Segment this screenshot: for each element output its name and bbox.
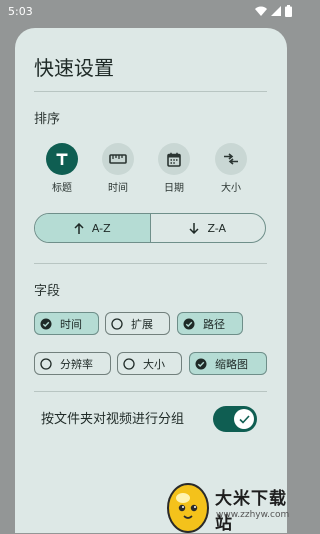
watermark-title: 大米下载站: [215, 489, 287, 534]
sort-option-label: 时间: [108, 183, 128, 194]
sort-option-label: 标题: [52, 183, 72, 194]
quick-settings-sheet: 快速设置 排序 标题 时间 日期 大小 A-Z Z-A 字段 时间 扩展 路径 …: [15, 28, 287, 533]
title-t-icon: [56, 153, 68, 165]
calendar-icon: [167, 152, 181, 167]
watermark-url: www.zzhyw.com: [216, 510, 290, 520]
field-chip-label: 路径: [203, 317, 225, 331]
sort-descending-button[interactable]: Z-A: [151, 214, 266, 242]
sort-option-label: 日期: [164, 183, 184, 194]
check-circle-icon: [183, 318, 195, 330]
arrow-up-icon: [74, 222, 84, 234]
fields-section-label: 字段: [34, 284, 61, 299]
empty-circle-icon: [40, 357, 52, 370]
sort-option-date[interactable]: 日期: [146, 143, 202, 194]
signal-icon: [271, 6, 281, 16]
sort-option-title[interactable]: 标题: [34, 143, 90, 194]
status-bar: 5:03: [0, 0, 300, 22]
sort-date-button[interactable]: [158, 143, 190, 175]
egg-mascot-logo: [167, 483, 209, 533]
field-chip-label: 时间: [60, 317, 82, 331]
divider: [34, 91, 267, 92]
sheet-title: 快速设置: [34, 56, 114, 80]
field-chip-label: 大小: [143, 357, 165, 371]
sort-section-label: 排序: [34, 112, 61, 127]
status-icons: [255, 5, 292, 17]
arrow-down-icon: [189, 222, 199, 234]
divider: [34, 391, 267, 392]
divider: [34, 263, 267, 264]
sort-time-button[interactable]: [102, 143, 134, 175]
battery-icon: [285, 5, 292, 17]
switch-knob: [234, 409, 254, 429]
site-watermark: 大米下载站 www.zzhyw.com: [163, 478, 300, 534]
field-chip-time[interactable]: 时间: [34, 312, 99, 335]
check-icon: [238, 414, 250, 424]
empty-circle-icon: [123, 357, 135, 370]
field-chip-label: 分辨率: [60, 357, 93, 371]
sort-option-time[interactable]: 时间: [90, 143, 146, 194]
ruler-clock-icon: [109, 154, 127, 164]
field-chip-extension[interactable]: 扩展: [105, 312, 170, 335]
sort-option-size[interactable]: 大小: [203, 143, 259, 194]
sort-order-toggle: A-Z Z-A: [34, 213, 266, 243]
sort-option-label: 大小: [221, 183, 241, 194]
field-chip-size[interactable]: 大小: [117, 352, 182, 375]
sort-ascending-button[interactable]: A-Z: [35, 214, 150, 242]
wifi-icon: [255, 6, 267, 16]
sort-descending-label: Z-A: [207, 221, 227, 235]
field-chip-label: 缩略图: [215, 357, 248, 371]
group-by-folder-label: 按文件夹对视频进行分组: [41, 412, 185, 427]
check-circle-icon: [195, 358, 207, 370]
field-chip-path[interactable]: 路径: [177, 312, 243, 335]
field-chip-thumbnail[interactable]: 缩略图: [189, 352, 267, 375]
empty-circle-icon: [111, 317, 123, 330]
field-chip-label: 扩展: [131, 317, 153, 331]
group-by-folder-switch[interactable]: [213, 406, 257, 432]
sort-size-button[interactable]: [215, 143, 247, 175]
status-time: 5:03: [8, 4, 33, 18]
sort-title-button[interactable]: [46, 143, 78, 175]
compress-arrows-icon: [224, 153, 238, 165]
sort-ascending-label: A-Z: [91, 221, 111, 235]
field-chip-resolution[interactable]: 分辨率: [34, 352, 111, 375]
check-circle-icon: [40, 318, 52, 330]
